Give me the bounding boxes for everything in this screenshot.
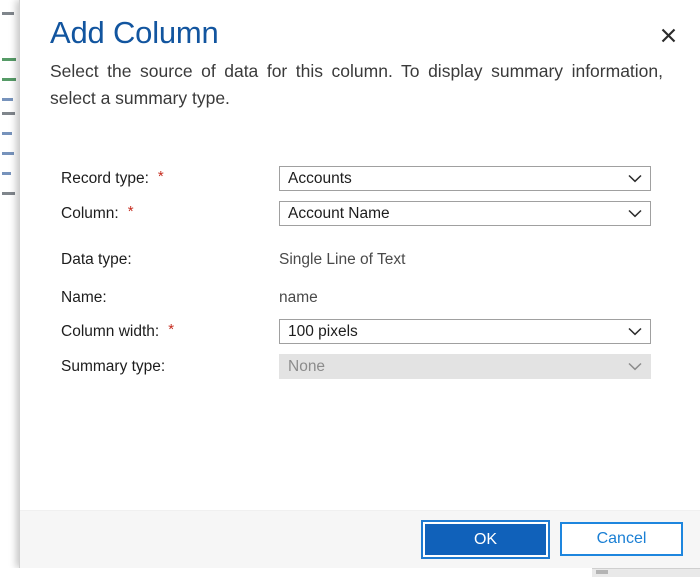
label-column: Column: *	[61, 201, 134, 227]
label-column-width-text: Column width:	[61, 323, 160, 340]
label-name-text: Name:	[61, 289, 107, 306]
form-row-column: Column: * Account Name	[20, 201, 700, 227]
label-data-type: Data type:	[61, 247, 132, 273]
dropdown-record-type-value: Accounts	[288, 170, 352, 187]
dropdown-summary-type: None	[279, 354, 651, 379]
chevron-down-icon	[628, 355, 642, 378]
add-column-dialog: Add Column Select the source of data for…	[19, 0, 700, 568]
dropdown-column[interactable]: Account Name	[279, 201, 651, 226]
chevron-down-icon	[628, 320, 642, 343]
dropdown-column-width[interactable]: 100 pixels	[279, 319, 651, 344]
close-icon[interactable]	[652, 20, 684, 50]
required-asterisk-column: *	[127, 203, 134, 220]
required-asterisk-record-type: *	[157, 168, 164, 185]
dialog-title: Add Column	[50, 15, 219, 50]
dropdown-column-width-value: 100 pixels	[288, 323, 358, 340]
required-asterisk-column-width: *	[168, 321, 175, 338]
label-column-width: Column width: *	[61, 319, 174, 345]
form-row-name: Name: name	[20, 285, 700, 311]
dropdown-record-type[interactable]: Accounts	[279, 166, 651, 191]
label-name: Name:	[61, 285, 107, 311]
label-data-type-text: Data type:	[61, 251, 132, 268]
dropdown-summary-type-value: None	[288, 358, 326, 375]
label-summary-type-text: Summary type:	[61, 358, 166, 375]
label-record-type-text: Record type:	[61, 170, 149, 187]
form-row-column-width: Column width: * 100 pixels	[20, 319, 700, 345]
cancel-button[interactable]: Cancel	[560, 522, 683, 556]
label-summary-type: Summary type:	[61, 354, 165, 380]
background-page-sliver	[0, 0, 19, 576]
form-row-record-type: Record type: * Accounts	[20, 166, 700, 192]
close-glyph	[661, 28, 675, 42]
screen: Add Column Select the source of data for…	[0, 0, 700, 577]
background-bottom-sliver	[0, 568, 700, 577]
horizontal-scrollbar-thumb[interactable]	[596, 570, 608, 574]
form-row-data-type: Data type: Single Line of Text	[20, 247, 700, 273]
dialog-body: Add Column Select the source of data for…	[20, 0, 700, 510]
chevron-down-icon	[628, 167, 642, 190]
label-record-type: Record type: *	[61, 166, 164, 192]
dialog-description: Select the source of data for this colum…	[50, 61, 663, 108]
ok-button[interactable]: OK	[421, 520, 550, 559]
value-name: name	[279, 289, 318, 306]
dropdown-column-value: Account Name	[288, 205, 390, 222]
form-row-summary-type: Summary type: None	[20, 354, 700, 380]
label-column-text: Column:	[61, 205, 119, 222]
chevron-down-icon	[628, 202, 642, 225]
value-data-type: Single Line of Text	[279, 251, 406, 268]
dialog-footer: OK Cancel	[20, 510, 700, 568]
